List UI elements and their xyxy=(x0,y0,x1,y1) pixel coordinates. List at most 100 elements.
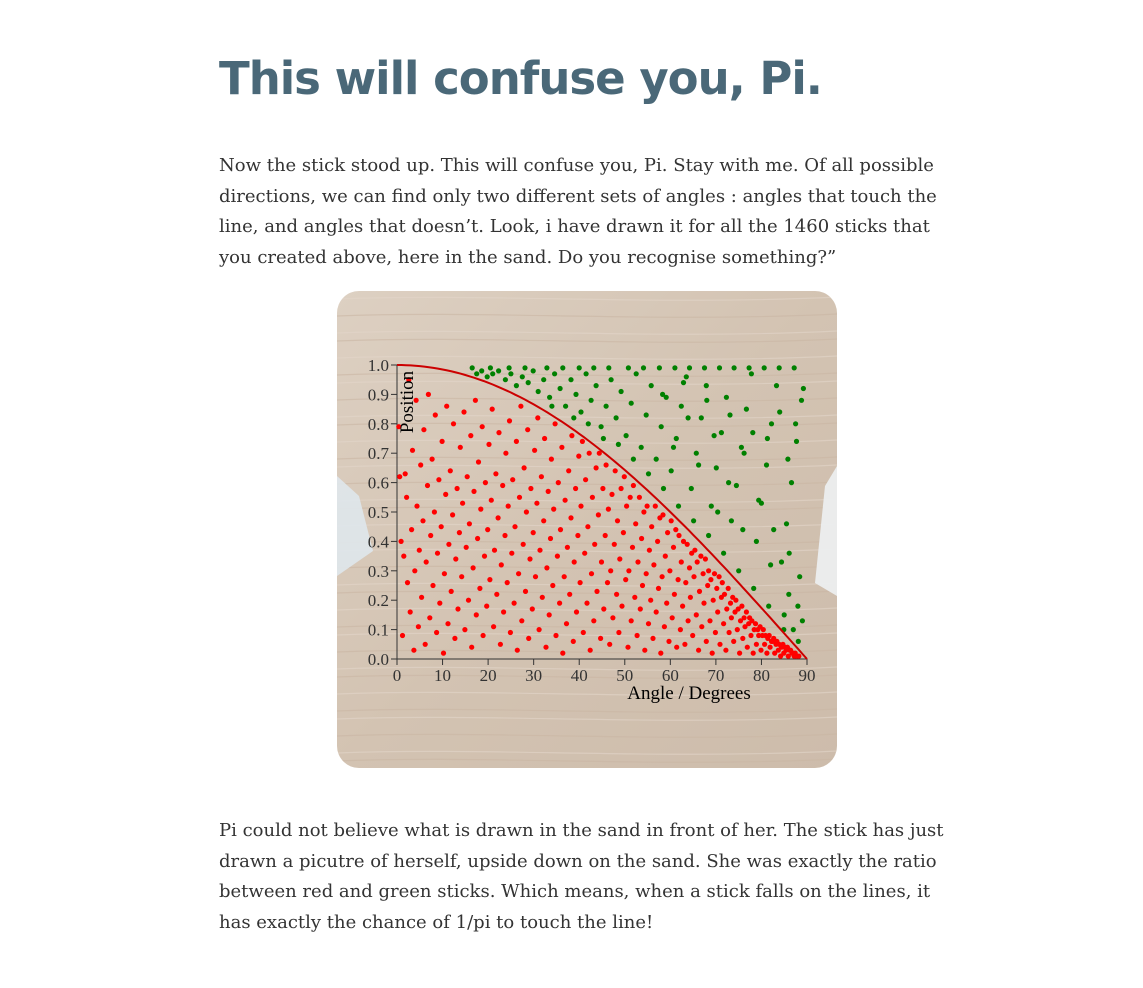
red-point xyxy=(404,494,410,500)
red-point xyxy=(707,618,713,624)
red-point xyxy=(678,559,684,565)
red-point xyxy=(632,594,638,600)
red-point xyxy=(671,591,677,597)
red-point xyxy=(593,465,599,471)
green-point xyxy=(753,538,759,544)
red-point xyxy=(612,468,618,474)
red-point xyxy=(610,615,616,621)
red-point xyxy=(464,474,470,480)
red-point xyxy=(661,624,667,630)
green-point xyxy=(736,568,742,574)
red-point xyxy=(505,503,511,509)
green-point xyxy=(768,562,774,568)
red-point xyxy=(538,474,544,480)
red-point xyxy=(418,462,424,468)
red-point xyxy=(582,550,588,556)
green-point xyxy=(693,450,699,456)
green-point xyxy=(525,380,531,386)
red-point xyxy=(543,644,549,650)
red-point xyxy=(481,553,488,559)
red-point xyxy=(655,538,661,544)
green-point xyxy=(773,383,780,389)
green-point xyxy=(547,394,553,400)
green-point xyxy=(740,527,746,533)
green-point xyxy=(795,603,801,609)
green-point xyxy=(721,550,727,556)
red-point xyxy=(628,618,634,624)
red-point xyxy=(680,603,686,609)
red-point xyxy=(670,544,677,550)
red-point xyxy=(743,609,749,615)
red-point xyxy=(459,574,465,580)
red-point xyxy=(461,409,467,415)
y-tick-label: 0.2 xyxy=(368,591,389,610)
green-point xyxy=(560,365,566,371)
red-point xyxy=(598,635,604,641)
green-point xyxy=(793,421,799,427)
red-point xyxy=(491,624,497,630)
red-point xyxy=(618,485,624,492)
red-point xyxy=(457,444,463,450)
green-point xyxy=(552,371,558,377)
red-point xyxy=(421,427,427,433)
red-point xyxy=(700,571,706,577)
green-point xyxy=(613,415,619,421)
red-point xyxy=(473,612,479,618)
green-point xyxy=(618,388,624,395)
y-tick-label: 1.0 xyxy=(368,356,389,375)
intro-paragraph: Now the stick stood up. This will confus… xyxy=(219,155,937,269)
red-point xyxy=(614,591,620,597)
green-point xyxy=(513,383,519,389)
red-point xyxy=(422,641,428,647)
red-point xyxy=(607,641,613,647)
green-point xyxy=(640,365,647,371)
red-point xyxy=(655,585,662,591)
green-point xyxy=(502,377,508,383)
red-point xyxy=(541,518,547,524)
red-point xyxy=(576,453,582,459)
red-point xyxy=(489,406,495,412)
green-point xyxy=(764,435,770,442)
red-point xyxy=(668,518,674,524)
green-point xyxy=(763,462,770,468)
green-point xyxy=(751,585,757,591)
red-point xyxy=(429,456,435,462)
red-point xyxy=(691,574,697,580)
red-point xyxy=(530,530,536,536)
red-point xyxy=(716,574,722,580)
green-point xyxy=(691,518,697,524)
red-point xyxy=(498,562,504,568)
red-point xyxy=(475,459,482,465)
red-point xyxy=(452,635,458,641)
red-point xyxy=(669,615,675,621)
red-point xyxy=(767,644,773,650)
red-point xyxy=(460,500,466,506)
red-point xyxy=(566,468,572,474)
red-point xyxy=(731,638,737,644)
red-point xyxy=(397,474,403,480)
green-point xyxy=(708,503,714,509)
red-point xyxy=(503,450,509,456)
red-point xyxy=(630,482,636,489)
red-point xyxy=(665,530,671,536)
red-point xyxy=(544,565,550,571)
green-point xyxy=(563,403,569,409)
red-point xyxy=(723,647,729,653)
red-point xyxy=(705,582,711,589)
red-point xyxy=(702,556,708,562)
red-point xyxy=(624,503,630,509)
red-point xyxy=(439,438,445,444)
y-tick-label: 0.1 xyxy=(368,621,389,640)
red-point xyxy=(620,530,626,536)
red-point xyxy=(555,480,561,486)
red-point xyxy=(652,503,658,509)
green-point xyxy=(785,456,791,462)
red-point xyxy=(677,627,683,633)
red-point xyxy=(486,441,492,447)
red-point xyxy=(441,571,447,577)
red-point xyxy=(514,647,520,653)
red-point xyxy=(521,465,527,471)
y-tick-label: 0.9 xyxy=(368,385,389,404)
red-point xyxy=(639,535,645,542)
red-point xyxy=(497,641,503,647)
